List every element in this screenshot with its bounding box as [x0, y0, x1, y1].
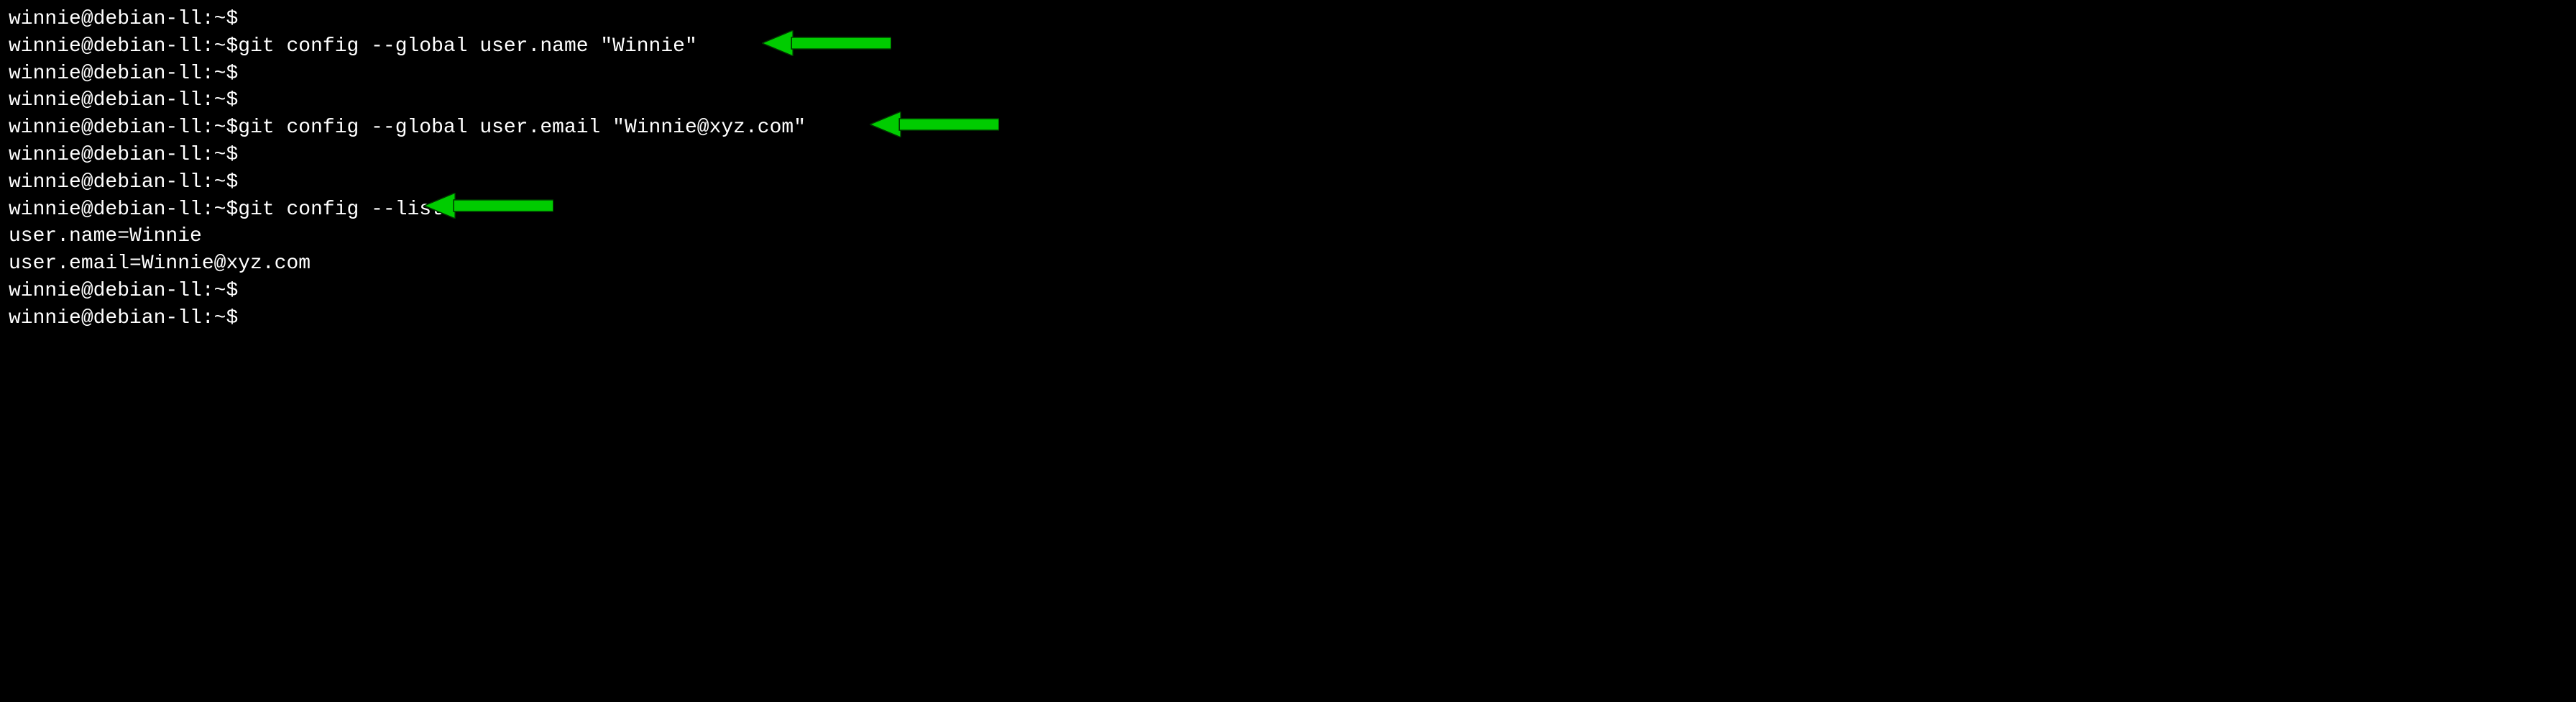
shell-command: git config --global user.name "Winnie"	[238, 33, 697, 60]
annotation-arrow-icon	[424, 193, 553, 219]
terminal-prompt-line: winnie@debian-ll:~$	[9, 169, 2567, 196]
terminal-prompt-line: winnie@debian-ll:~$	[9, 60, 2567, 88]
shell-prompt: winnie@debian-ll:~$	[9, 33, 238, 60]
shell-prompt: winnie@debian-ll:~$	[9, 114, 238, 142]
terminal-prompt-line: winnie@debian-ll:~$	[9, 6, 2567, 33]
shell-prompt: winnie@debian-ll:~$	[9, 169, 238, 196]
shell-output: user.email=Winnie@xyz.com	[9, 250, 310, 278]
terminal-prompt-line: winnie@debian-ll:~$ git config --global …	[9, 33, 2567, 60]
annotation-arrow-icon	[762, 30, 891, 56]
shell-prompt: winnie@debian-ll:~$	[9, 6, 238, 33]
terminal-prompt-line: winnie@debian-ll:~$	[9, 278, 2567, 305]
shell-prompt: winnie@debian-ll:~$	[9, 305, 238, 332]
shell-prompt: winnie@debian-ll:~$	[9, 60, 238, 88]
terminal-prompt-line: winnie@debian-ll:~$	[9, 305, 2567, 332]
annotation-arrow-icon	[870, 111, 999, 137]
shell-output: user.name=Winnie	[9, 223, 202, 250]
terminal-prompt-line: winnie@debian-ll:~$ git config --list	[9, 196, 2567, 224]
shell-prompt: winnie@debian-ll:~$	[9, 196, 238, 224]
shell-prompt: winnie@debian-ll:~$	[9, 142, 238, 169]
shell-command: git config --global user.email "Winnie@x…	[238, 114, 806, 142]
shell-prompt: winnie@debian-ll:~$	[9, 278, 238, 305]
terminal-output: winnie@debian-ll:~$ winnie@debian-ll:~$ …	[9, 6, 2567, 332]
terminal-prompt-line: winnie@debian-ll:~$	[9, 142, 2567, 169]
terminal-prompt-line: winnie@debian-ll:~$ git config --global …	[9, 114, 2567, 142]
terminal-output-line: user.email=Winnie@xyz.com	[9, 250, 2567, 278]
shell-prompt: winnie@debian-ll:~$	[9, 87, 238, 114]
terminal-prompt-line: winnie@debian-ll:~$	[9, 87, 2567, 114]
shell-command: git config --list	[238, 196, 443, 224]
terminal-output-line: user.name=Winnie	[9, 223, 2567, 250]
